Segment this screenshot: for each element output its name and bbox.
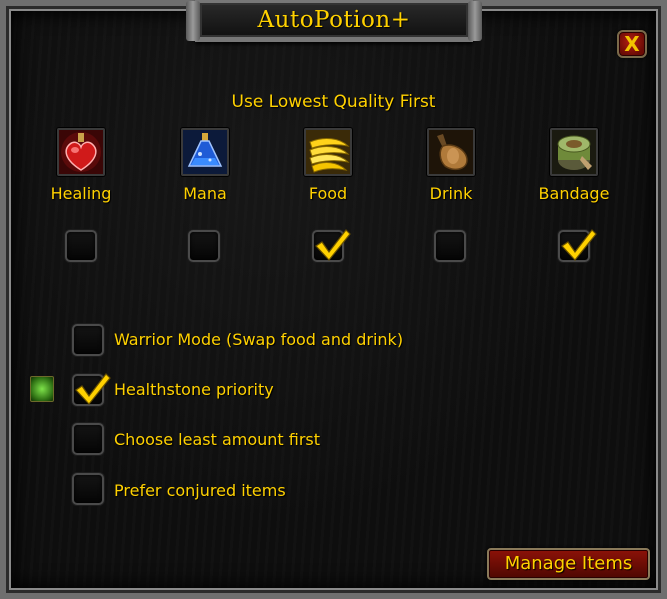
close-button[interactable]: X	[617, 30, 647, 58]
mana-checkbox[interactable]	[188, 230, 220, 262]
healthstone-priority-checkbox[interactable]	[72, 373, 111, 406]
banana-food-icon	[304, 128, 352, 176]
category-food: Food	[278, 128, 378, 203]
category-label: Mana	[183, 184, 227, 203]
mana-potion-icon	[181, 128, 229, 176]
title-bar[interactable]: AutoPotion+	[186, 0, 482, 42]
least-amount-checkbox[interactable]	[72, 423, 104, 455]
category-label: Food	[308, 184, 348, 203]
bandage-checkbox[interactable]	[558, 229, 597, 262]
least-amount-label: Choose least amount first	[114, 430, 321, 449]
food-checkbox[interactable]	[312, 229, 351, 262]
healing-checkbox[interactable]	[65, 230, 97, 262]
healthstone-priority-label: Healthstone priority	[114, 380, 274, 399]
category-bandage: Bandage	[524, 128, 624, 203]
category-mana: Mana	[155, 128, 255, 203]
healthstone-icon	[30, 376, 54, 402]
checkmark-icon	[315, 229, 351, 261]
category-label: Bandage	[538, 184, 610, 203]
drink-checkbox[interactable]	[434, 230, 466, 262]
close-icon: X	[624, 32, 640, 56]
category-healing: Healing	[31, 128, 131, 203]
warrior-mode-label: Warrior Mode (Swap food and drink)	[114, 330, 404, 349]
addon-window	[0, 0, 667, 599]
category-label: Healing	[50, 184, 112, 203]
drink-flask-icon	[427, 128, 475, 176]
category-label: Drink	[429, 184, 473, 203]
window-title: AutoPotion+	[257, 7, 411, 33]
category-drink: Drink	[401, 128, 501, 203]
prefer-conjured-checkbox[interactable]	[72, 473, 104, 505]
prefer-conjured-label: Prefer conjured items	[114, 481, 286, 500]
bandage-icon	[550, 128, 598, 176]
section-title: Use Lowest Quality First	[231, 92, 436, 112]
checkmark-icon	[561, 229, 597, 261]
warrior-mode-checkbox[interactable]	[72, 324, 104, 356]
healing-potion-icon	[57, 128, 105, 176]
checkmark-icon	[75, 373, 111, 405]
manage-items-button[interactable]: Manage Items	[487, 548, 650, 580]
